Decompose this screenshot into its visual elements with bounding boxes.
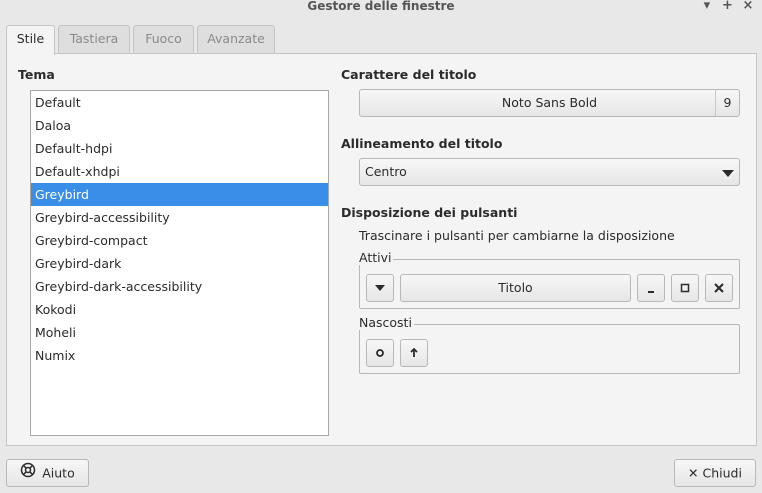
theme-item-kokodi[interactable]: Kokodi [31, 298, 328, 321]
title-font-heading: Carattere del titolo [341, 67, 477, 82]
hidden-buttons-label: Nascosti [359, 315, 414, 330]
help-icon [20, 461, 36, 487]
help-label: Aiuto [42, 465, 75, 481]
theme-item-greybird-accessibility[interactable]: Greybird-accessibility [31, 206, 328, 229]
theme-item-greybird[interactable]: Greybird [31, 183, 328, 206]
theme-item-moheli[interactable]: Moheli [31, 321, 328, 344]
minimize-slot[interactable] [637, 274, 665, 302]
chevron-down-icon [722, 170, 734, 177]
theme-heading: Tema [18, 67, 55, 82]
title-font-button[interactable]: Noto Sans Bold 9 [359, 89, 740, 117]
close-icon [706, 275, 732, 310]
button-layout-heading: Disposizione dei pulsanti [341, 205, 518, 220]
title-slot-button[interactable]: Titolo [400, 274, 631, 302]
help-button[interactable]: Aiuto [6, 459, 89, 487]
title-font-name: Noto Sans Bold [501, 95, 598, 110]
window-close-icon[interactable]: × [740, 0, 756, 12]
maximize-icon [672, 275, 698, 310]
title-alignment-select[interactable]: Centro [359, 158, 740, 186]
window-titlebar[interactable]: Gestore delle finestre ▾ + × [0, 0, 762, 14]
shade-icon [401, 340, 427, 375]
title-alignment-heading: Allineamento del titolo [341, 136, 503, 151]
stick-icon [367, 340, 393, 375]
button-layout-hint: Trascinare i pulsanti per cambiarne la d… [359, 228, 675, 243]
tab-tastiera[interactable]: Tastiera [58, 25, 130, 53]
theme-item-default[interactable]: Default [31, 91, 328, 114]
style-panel: Tema Default Daloa Default-hdpi Default-… [6, 53, 757, 446]
title-font-size: 9 [715, 90, 739, 116]
shade-slot[interactable] [400, 339, 428, 367]
menu-arrow-icon [367, 275, 393, 310]
theme-item-numix[interactable]: Numix [31, 344, 328, 367]
active-buttons-label: Attivi [359, 250, 394, 265]
close-label: Chiudi [702, 465, 742, 481]
theme-item-default-xhdpi[interactable]: Default-xhdpi [31, 160, 328, 183]
tab-stile[interactable]: Stile [6, 25, 55, 55]
theme-item-greybird-compact[interactable]: Greybird-compact [31, 229, 328, 252]
theme-item-greybird-dark-accessibility[interactable]: Greybird-dark-accessibility [31, 275, 328, 298]
window-menu-icon[interactable]: ▾ [699, 0, 715, 12]
theme-item-daloa[interactable]: Daloa [31, 114, 328, 137]
minimize-icon [638, 275, 664, 310]
theme-list[interactable]: Default Daloa Default-hdpi Default-xhdpi… [30, 90, 329, 436]
close-x-icon: ✕ [688, 465, 699, 481]
theme-item-default-hdpi[interactable]: Default-hdpi [31, 137, 328, 160]
window-title: Gestore delle finestre [307, 0, 455, 13]
active-buttons-frame: Attivi Titolo [359, 251, 740, 309]
window-controls: ▾ + × [699, 0, 756, 12]
tab-avanzate[interactable]: Avanzate [197, 25, 275, 53]
title-alignment-value: Centro [365, 164, 407, 179]
window-menu-slot[interactable] [366, 274, 394, 302]
close-slot[interactable] [705, 274, 733, 302]
hidden-buttons-frame: Nascosti [359, 316, 740, 374]
close-button[interactable]: ✕ Chiudi [674, 459, 756, 487]
window-maximize-icon[interactable]: + [719, 0, 735, 12]
stick-slot[interactable] [366, 339, 394, 367]
maximize-slot[interactable] [671, 274, 699, 302]
tab-fuoco[interactable]: Fuoco [133, 25, 194, 53]
theme-item-greybird-dark[interactable]: Greybird-dark [31, 252, 328, 275]
